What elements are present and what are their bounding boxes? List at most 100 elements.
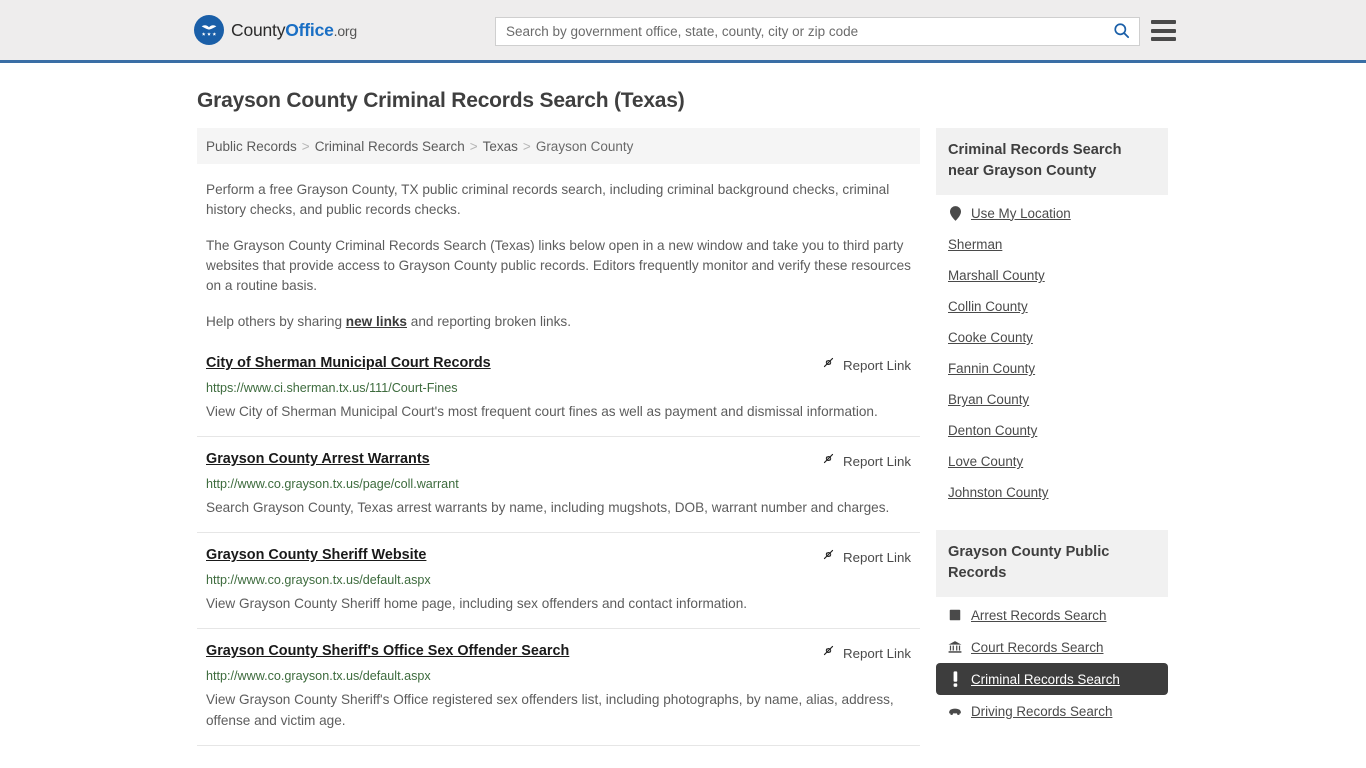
sidebar-item-fannin-county[interactable]: Fannin County — [936, 353, 1168, 384]
sidebar-nearby-link[interactable]: Bryan County — [948, 392, 1029, 407]
result-header: Grayson County Arrest Warrants Report Li… — [206, 450, 911, 471]
result-item: Grayson County Sheriff's Office Sex Offe… — [197, 642, 920, 746]
report-link-label: Report Link — [843, 453, 911, 469]
hamburger-menu-icon[interactable] — [1151, 20, 1176, 41]
site-header: CountyOffice.org — [0, 0, 1366, 63]
page-title: Grayson County Criminal Records Search (… — [197, 89, 685, 112]
result-description: View Grayson County Sheriff's Office reg… — [206, 692, 894, 728]
exclamation-icon — [948, 671, 962, 687]
result-header: Grayson County Sheriff's Office Sex Offe… — [206, 642, 911, 663]
use-my-location-link[interactable]: Use My Location — [971, 206, 1071, 221]
breadcrumb-item-criminal-records-search[interactable]: Criminal Records Search — [315, 139, 465, 154]
car-icon — [948, 703, 962, 719]
sidebar-public-records-link[interactable]: Criminal Records Search — [971, 672, 1120, 687]
new-links-link[interactable]: new links — [346, 314, 407, 329]
breadcrumb: Public Records > Criminal Records Search… — [197, 128, 920, 164]
fingerprint-square-icon — [948, 607, 962, 623]
sidebar: Criminal Records Search near Grayson Cou… — [936, 128, 1168, 759]
intro-paragraph-3: Help others by sharing new links and rep… — [206, 312, 918, 332]
sidebar-item-cooke-county[interactable]: Cooke County — [936, 322, 1168, 353]
sidebar-nearby-link[interactable]: Collin County — [948, 299, 1028, 314]
sidebar-nearby-link[interactable]: Sherman — [948, 237, 1002, 252]
result-title-link[interactable]: Grayson County Arrest Warrants — [206, 450, 430, 469]
search-icon — [1112, 21, 1131, 43]
breadcrumb-item-grayson-county: Grayson County — [535, 138, 634, 154]
sidebar-nearby-link[interactable]: Denton County — [948, 423, 1037, 438]
sidebar-item-arrest-records-search[interactable]: Arrest Records Search — [936, 599, 1168, 631]
report-link-button[interactable]: Report Link — [821, 450, 911, 471]
intro-paragraph-2: The Grayson County Criminal Records Sear… — [206, 238, 911, 293]
sidebar-public-records-list: Arrest Records Search Court Records Sear… — [936, 599, 1168, 727]
hamburger-bar — [1151, 28, 1176, 33]
breadcrumb-item-texas[interactable]: Texas — [483, 139, 518, 154]
report-link-button[interactable]: Report Link — [821, 642, 911, 663]
result-item: Grayson County Arrest Warrants Report Li… — [197, 450, 920, 533]
search-button[interactable] — [1103, 18, 1139, 45]
sidebar-item-johnston-county[interactable]: Johnston County — [936, 477, 1168, 508]
use-my-location-item[interactable]: Use My Location — [936, 197, 1168, 229]
courthouse-icon — [948, 639, 962, 655]
intro-section: Perform a free Grayson County, TX public… — [197, 180, 920, 332]
main-content: Public Records > Criminal Records Search… — [197, 128, 920, 759]
result-url[interactable]: https://www.ci.sherman.tx.us/111/Court-F… — [206, 380, 911, 397]
sidebar-nearby-link[interactable]: Cooke County — [948, 330, 1033, 345]
result-item: Grayson County Sheriff Website Report Li… — [197, 546, 920, 629]
sidebar-item-criminal-records-search[interactable]: Criminal Records Search — [936, 663, 1168, 695]
sidebar-public-records-link[interactable]: Driving Records Search — [971, 704, 1112, 719]
sidebar-public-records-link[interactable]: Court Records Search — [971, 640, 1103, 655]
sidebar-nearby-link[interactable]: Fannin County — [948, 361, 1035, 376]
intro-text-before-link: Help others by sharing — [206, 314, 346, 329]
result-description: View Grayson County Sheriff home page, i… — [206, 596, 748, 611]
hamburger-bar — [1151, 37, 1176, 41]
logo-text-office: Office — [285, 19, 334, 40]
breadcrumb-separator: > — [301, 138, 310, 154]
report-link-label: Report Link — [843, 549, 911, 565]
breadcrumb-item-public-records[interactable]: Public Records — [206, 139, 297, 154]
content-columns: Public Records > Criminal Records Search… — [197, 128, 1366, 759]
sidebar-nearby-list: Use My Location Sherman Marshall County … — [936, 197, 1168, 508]
page-body: Grayson County Criminal Records Search (… — [0, 89, 1366, 759]
result-title-link[interactable]: Grayson County Sheriff's Office Sex Offe… — [206, 642, 569, 661]
sidebar-nearby-link[interactable]: Johnston County — [948, 485, 1049, 500]
result-header: City of Sherman Municipal Court Records … — [206, 354, 911, 375]
sidebar-public-records-link[interactable]: Arrest Records Search — [971, 608, 1106, 623]
search-bar[interactable] — [495, 17, 1140, 46]
site-logo[interactable]: CountyOffice.org — [194, 15, 357, 45]
broken-link-icon — [821, 355, 836, 375]
sidebar-nearby-link[interactable]: Love County — [948, 454, 1023, 469]
hamburger-bar — [1151, 20, 1176, 24]
sidebar-nearby-link[interactable]: Marshall County — [948, 268, 1045, 283]
sidebar-item-court-records-search[interactable]: Court Records Search — [936, 631, 1168, 663]
sidebar-nearby-title: Criminal Records Search near Grayson Cou… — [936, 128, 1168, 195]
sidebar-item-driving-records-search[interactable]: Driving Records Search — [936, 695, 1168, 727]
sidebar-item-love-county[interactable]: Love County — [936, 446, 1168, 477]
intro-text-after-link: and reporting broken links. — [407, 314, 571, 329]
result-header: Grayson County Sheriff Website Report Li… — [206, 546, 911, 567]
broken-link-icon — [821, 643, 836, 663]
result-description: Search Grayson County, Texas arrest warr… — [206, 500, 890, 515]
report-link-button[interactable]: Report Link — [821, 354, 911, 375]
sidebar-public-records-title: Grayson County Public Records — [936, 530, 1168, 597]
report-link-label: Report Link — [843, 645, 911, 661]
search-input[interactable] — [496, 18, 1103, 45]
sidebar-item-marshall-county[interactable]: Marshall County — [936, 260, 1168, 291]
sidebar-item-sherman[interactable]: Sherman — [936, 229, 1168, 260]
result-title-link[interactable]: Grayson County Sheriff Website — [206, 546, 426, 565]
sidebar-item-collin-county[interactable]: Collin County — [936, 291, 1168, 322]
logo-text-org: .org — [333, 22, 358, 39]
result-title-link[interactable]: City of Sherman Municipal Court Records — [206, 354, 491, 373]
intro-paragraph-1: Perform a free Grayson County, TX public… — [206, 182, 890, 217]
result-url[interactable]: http://www.co.grayson.tx.us/default.aspx — [206, 572, 911, 589]
result-url[interactable]: http://www.co.grayson.tx.us/default.aspx — [206, 668, 911, 685]
report-link-button[interactable]: Report Link — [821, 546, 911, 567]
sidebar-item-denton-county[interactable]: Denton County — [936, 415, 1168, 446]
sidebar-item-bryan-county[interactable]: Bryan County — [936, 384, 1168, 415]
breadcrumb-separator: > — [522, 138, 531, 154]
site-logo-text: CountyOffice.org — [231, 20, 357, 41]
result-url[interactable]: http://www.co.grayson.tx.us/page/coll.wa… — [206, 476, 911, 493]
breadcrumb-separator: > — [469, 138, 478, 154]
eagle-shield-logo-icon — [194, 15, 224, 45]
broken-link-icon — [821, 451, 836, 471]
result-item: City of Sherman Municipal Court Records … — [197, 354, 920, 437]
